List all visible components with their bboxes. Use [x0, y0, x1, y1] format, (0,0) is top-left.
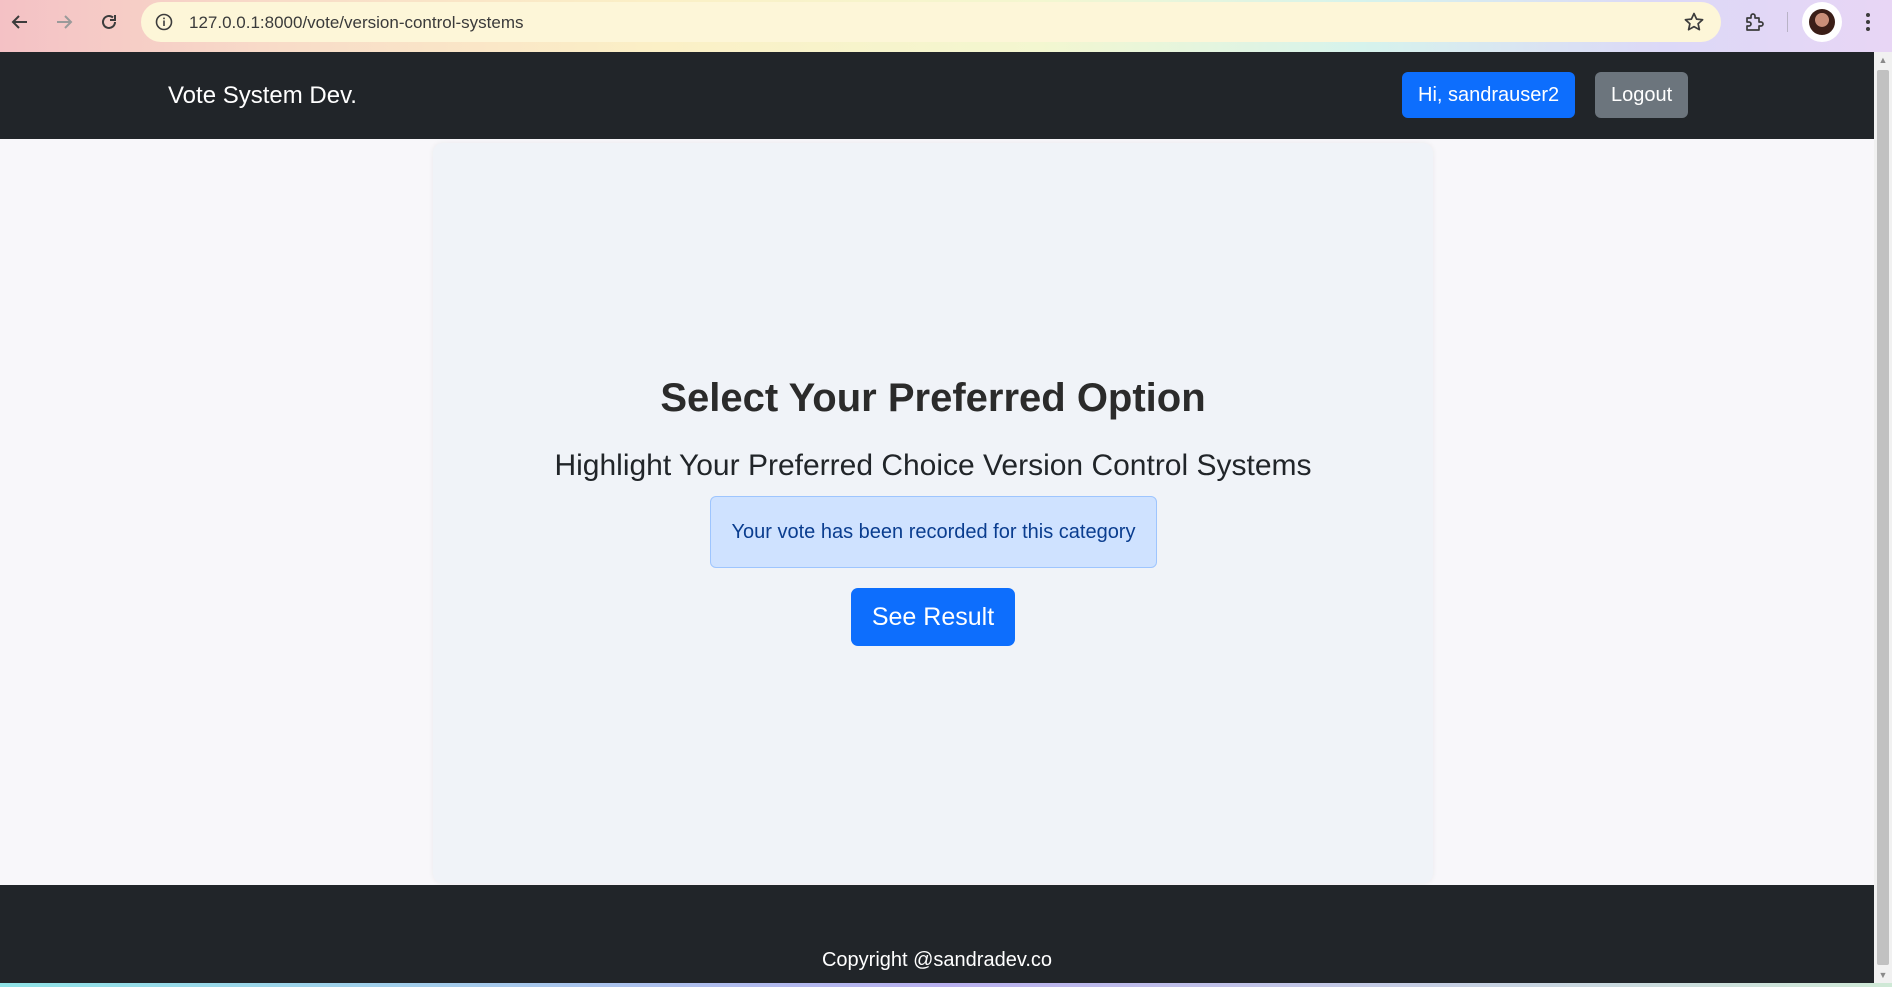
brand-link[interactable]: Vote System Dev.: [168, 82, 357, 110]
scroll-down-arrow-icon[interactable]: ▼: [1874, 967, 1892, 983]
extensions-puzzle-icon[interactable]: [1743, 10, 1767, 34]
url-text: 127.0.0.1:8000/vote/version-control-syst…: [189, 13, 524, 32]
page-title: Select Your Preferred Option: [660, 376, 1206, 420]
scrollbar-thumb[interactable]: [1877, 70, 1889, 965]
back-arrow-icon[interactable]: [7, 9, 33, 35]
browser-toolbar: 127.0.0.1:8000/vote/version-control-syst…: [0, 0, 1892, 52]
scroll-up-arrow-icon[interactable]: ▲: [1874, 52, 1892, 68]
site-navbar: Vote System Dev. Hi, sandrauser2 Logout: [0, 52, 1874, 139]
profile-avatar[interactable]: [1802, 2, 1842, 42]
window-bottom-edge: [0, 983, 1892, 987]
copyright-text: Copyright @sandradev.co: [821, 949, 1053, 971]
bookmark-star-icon[interactable]: [1683, 11, 1705, 33]
site-footer: Copyright @sandradev.co: [0, 885, 1874, 987]
reload-icon[interactable]: [96, 9, 122, 35]
user-greeting-button[interactable]: Hi, sandrauser2: [1402, 72, 1576, 118]
site-info-icon[interactable]: [155, 13, 173, 31]
page-scrollbar[interactable]: ▲ ▼: [1874, 52, 1892, 983]
see-result-button[interactable]: See Result: [851, 588, 1015, 646]
profile-photo-icon: [1809, 9, 1835, 35]
vote-card: Select Your Preferred Option Highlight Y…: [433, 143, 1433, 883]
address-bar[interactable]: 127.0.0.1:8000/vote/version-control-syst…: [141, 2, 1721, 42]
more-menu-icon[interactable]: [1858, 10, 1878, 34]
forward-arrow-icon[interactable]: [51, 9, 77, 35]
toolbar-divider: [1787, 12, 1788, 32]
logout-button[interactable]: Logout: [1595, 72, 1689, 118]
vote-recorded-alert: Your vote has been recorded for this cat…: [710, 496, 1157, 568]
category-subtitle: Highlight Your Preferred Choice Version …: [554, 449, 1312, 482]
